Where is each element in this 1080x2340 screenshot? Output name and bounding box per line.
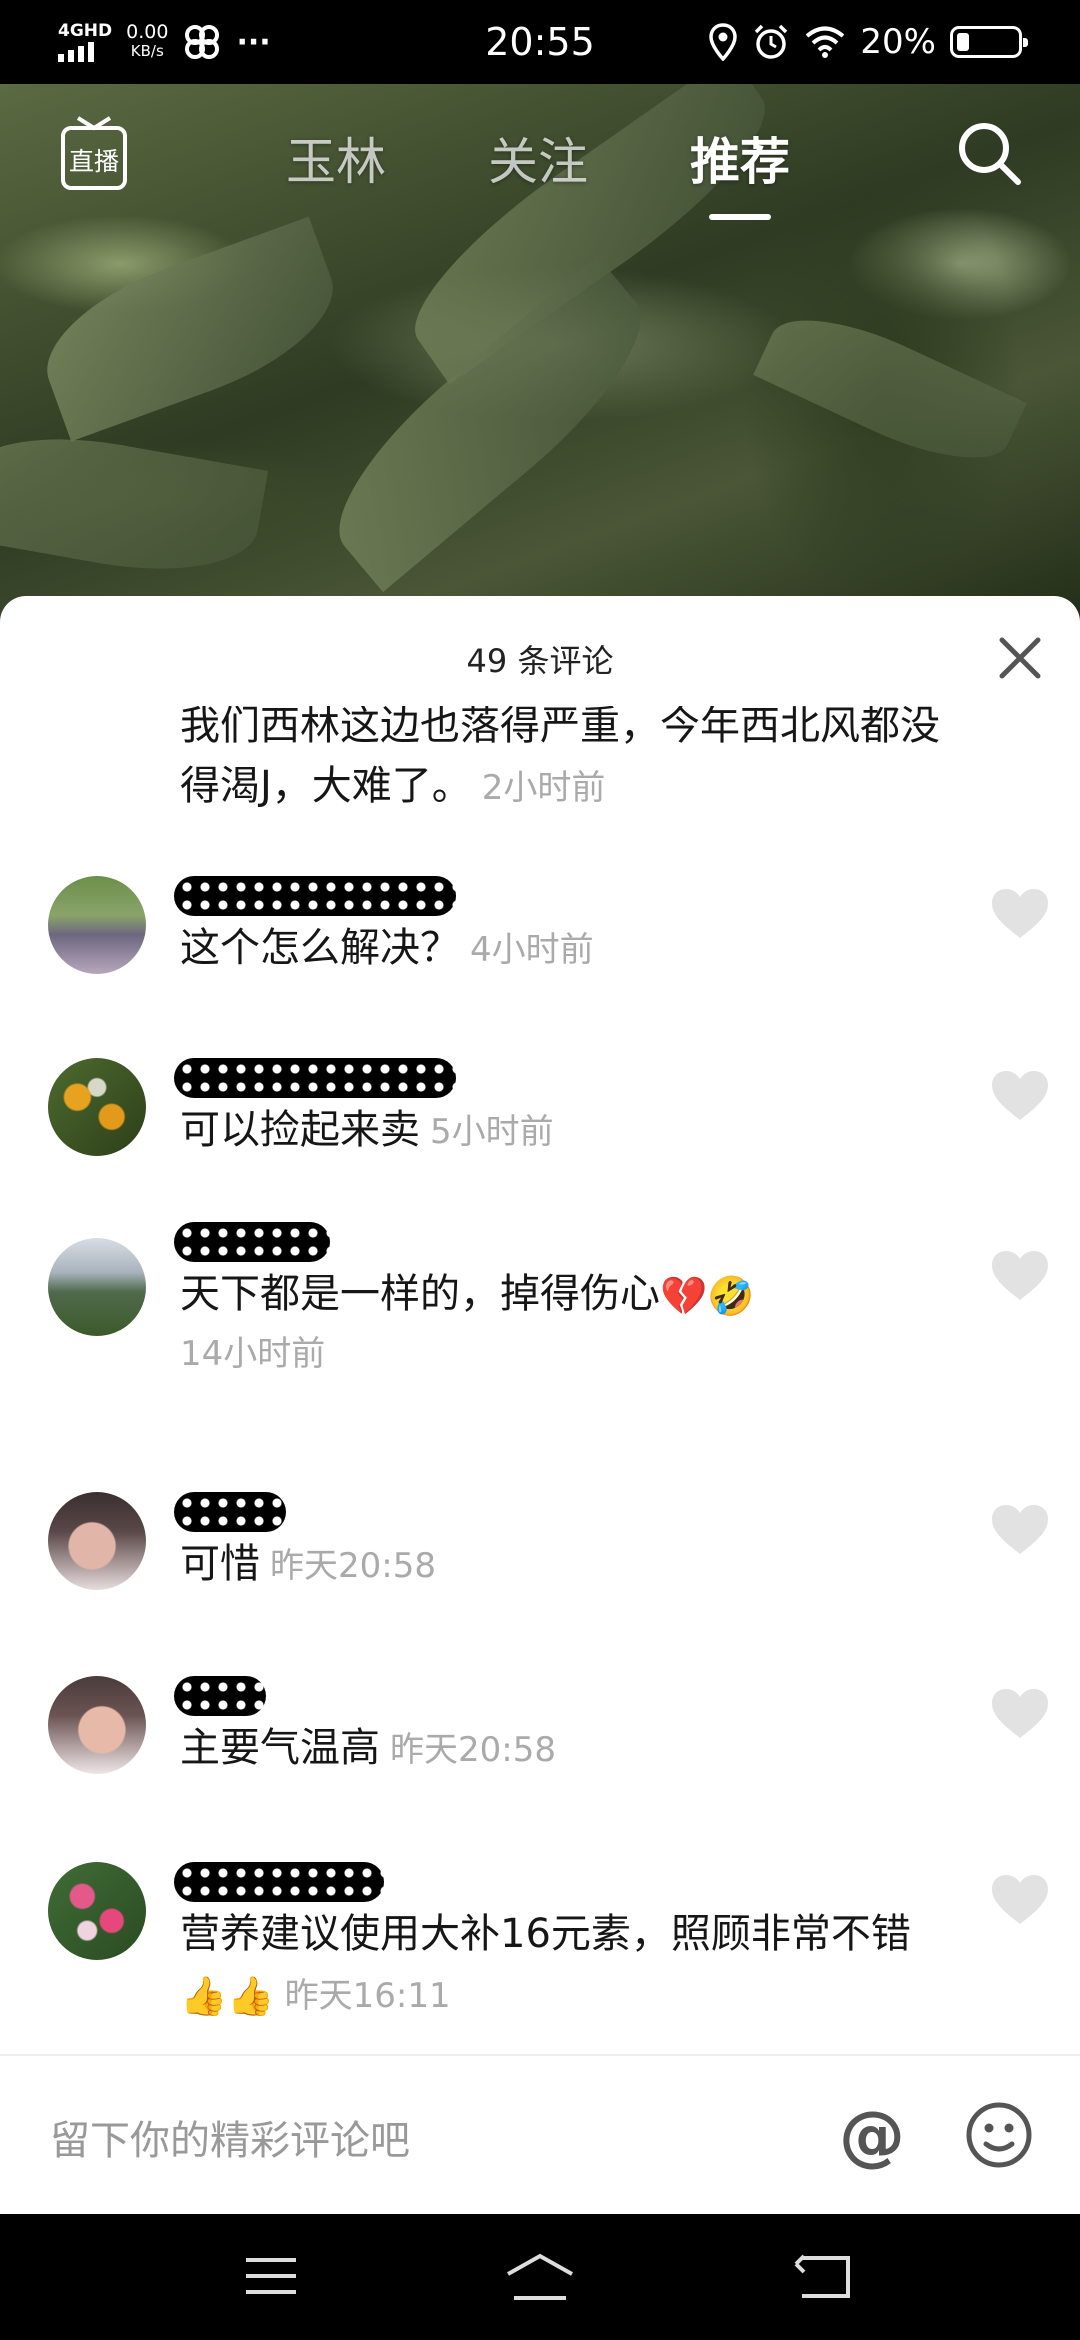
tab-recommended-label: 推荐 (690, 133, 790, 191)
comment-input-bar: 留下你的精彩评论吧 @ (0, 2054, 1080, 2214)
comment-body: 主要气温高 (180, 1725, 380, 1771)
emoji-button[interactable] (964, 2100, 1034, 2170)
tab-recommended[interactable]: 推荐 (690, 122, 790, 220)
comment-text: 我们西林这边也落得严重，今年西北风都没得渴J，大难了。 2小时前 (180, 706, 940, 818)
comment-text: 可惜 昨天20:58 (180, 1534, 940, 1596)
smiley-icon (966, 2102, 1032, 2168)
avatar[interactable] (48, 876, 146, 974)
comment-item: 可惜 昨天20:58 (0, 1482, 1080, 1662)
search-icon (959, 123, 1021, 185)
username-redacted (174, 1058, 456, 1098)
leaf-shape (0, 418, 269, 590)
battery-percent: 20% (860, 22, 936, 62)
comment-text: 可以捡起来卖 5小时前 (180, 1100, 940, 1162)
avatar[interactable] (48, 1676, 146, 1774)
like-heart-icon[interactable] (990, 1250, 1050, 1302)
comment-text: 营养建议使用大补16元素，照顾非常不错 👍👍 昨天16:11 (180, 1904, 920, 2026)
comment-time: 2小时前 (481, 768, 606, 808)
status-right: 20% (708, 18, 1028, 66)
comment-text: 主要气温高 昨天20:58 (180, 1718, 940, 1780)
live-tv-icon: 直播 (61, 116, 127, 190)
comment-item: 主要气温高 昨天20:58 (0, 1666, 1080, 1846)
comment-body: 营养建议使用大补16元素，照顾非常不错 (180, 1911, 911, 1957)
close-button[interactable] (994, 632, 1046, 684)
like-heart-icon[interactable] (990, 888, 1050, 940)
username-redacted (174, 1492, 286, 1532)
like-heart-icon[interactable] (990, 1504, 1050, 1556)
like-heart-icon[interactable] (990, 1874, 1050, 1926)
avatar[interactable] (48, 1862, 146, 1960)
username-redacted (174, 1222, 330, 1262)
top-nav: 直播 玉林 关注 推荐 (0, 104, 1080, 220)
comment-time: 5小时前 (430, 1112, 554, 1152)
comments-sheet: 49 条评论 我们西林这边也落得严重，今年西北风都没得渴J，大难了。 2小时前 这… (0, 596, 1080, 2214)
system-nav-bar (0, 2214, 1080, 2340)
comment-item: 天下都是一样的，掉得伤心💔🤣 14小时前 (0, 1222, 1080, 1478)
location-icon (709, 23, 738, 61)
like-heart-icon[interactable] (990, 1070, 1050, 1122)
comment-item: 这个怎么解决？ 4小时前 (0, 866, 1080, 1046)
comment-item: 可以捡起来卖 5小时前 (0, 1048, 1080, 1228)
leaf-shape (26, 216, 354, 442)
username-redacted (174, 1676, 266, 1716)
like-heart-icon[interactable] (990, 1688, 1050, 1740)
wifi-icon (806, 26, 845, 58)
battery-icon (950, 26, 1028, 58)
emoji-broken-heart-laugh: 💔🤣 (660, 1274, 755, 1318)
comment-body: 可惜 (180, 1541, 260, 1587)
back-icon[interactable] (792, 2252, 854, 2302)
avatar[interactable] (48, 1058, 146, 1156)
comment-text: 这个怎么解决？ 4小时前 (180, 918, 940, 980)
comment-body: 这个怎么解决？ (180, 925, 460, 971)
tab-yulin[interactable]: 玉林 (286, 122, 386, 194)
avatar[interactable] (48, 1492, 146, 1590)
comment-body: 天下都是一样的，掉得伤心 (180, 1271, 660, 1317)
comments-header: 49 条评论 (0, 596, 1080, 716)
status-bar: 4GHD 0.00 KB/s ··· 20:55 20% (0, 0, 1080, 84)
active-tab-indicator (709, 214, 771, 220)
emoji-thumbs-up: 👍👍 (180, 1974, 275, 2018)
comment-count: 49 条评论 (466, 642, 614, 680)
close-icon (999, 637, 1041, 679)
comment-text: 天下都是一样的，掉得伤心💔🤣 14小时前 (180, 1264, 940, 1384)
mention-button[interactable]: @ (834, 2098, 910, 2174)
comment-list[interactable]: 我们西林这边也落得严重，今年西北风都没得渴J，大难了。 2小时前 这个怎么解决？ 4… (0, 706, 1080, 2080)
comment-item: 营养建议使用大补16元素，照顾非常不错 👍👍 昨天16:11 (0, 1852, 1080, 2080)
comment-item: 我们西林这边也落得严重，今年西北风都没得渴J，大难了。 2小时前 (0, 706, 1080, 866)
search-button[interactable] (954, 118, 1024, 188)
battery-level (957, 33, 969, 51)
alarm-icon (755, 24, 788, 59)
live-label: 直播 (69, 147, 119, 176)
comment-input[interactable]: 留下你的精彩评论吧 (50, 2108, 410, 2166)
comment-time: 4小时前 (470, 930, 594, 970)
comment-time: 昨天20:58 (390, 1730, 556, 1770)
comment-body: 可以捡起来卖 (180, 1107, 420, 1153)
live-button[interactable]: 直播 (60, 114, 128, 192)
avatar[interactable] (48, 1238, 146, 1336)
leaf-shape (753, 293, 1027, 485)
tab-following[interactable]: 关注 (488, 122, 588, 194)
username-redacted (174, 1862, 384, 1902)
menu-icon[interactable] (244, 2252, 298, 2300)
username-redacted (174, 876, 456, 916)
comment-time: 昨天16:11 (284, 1976, 451, 2016)
comment-time: 昨天20:58 (270, 1546, 436, 1586)
home-icon[interactable] (504, 2252, 576, 2302)
comment-time: 14小时前 (180, 1334, 326, 1374)
